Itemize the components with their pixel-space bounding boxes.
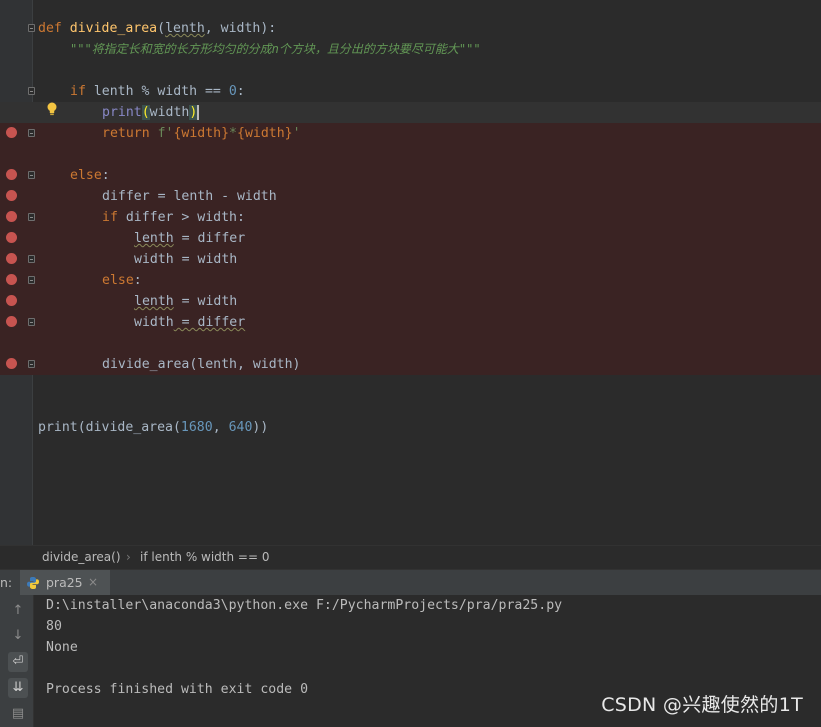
code-line-breakpoint[interactable]: if differ > width: xyxy=(0,207,821,228)
code-line-breakpoint[interactable]: divide_area(lenth, width) xyxy=(0,354,821,375)
code-line-breakpoint[interactable]: else: xyxy=(0,165,821,186)
breakpoint-icon[interactable] xyxy=(6,127,17,138)
run-tab-label: pra25 xyxy=(46,575,83,590)
print-icon[interactable]: ▤ xyxy=(8,704,28,724)
fold-icon[interactable] xyxy=(28,255,35,263)
console-output-line: 80 xyxy=(46,619,62,634)
breakpoint-icon[interactable] xyxy=(6,316,17,327)
code-line[interactable]: """将指定长和宽的长方形均匀的分成n个方块，且分出的方块要尽可能大""" xyxy=(0,39,821,60)
close-icon[interactable]: × xyxy=(88,575,98,589)
fold-icon[interactable] xyxy=(28,171,35,179)
text-cursor xyxy=(197,104,200,120)
code-line[interactable]: if lenth % width == 0: xyxy=(0,81,821,102)
breadcrumb-separator: › xyxy=(126,550,131,564)
fold-icon[interactable] xyxy=(28,24,35,32)
scroll-to-end-icon[interactable]: ⇊ xyxy=(8,678,28,698)
breakpoint-icon[interactable] xyxy=(6,232,17,243)
fold-icon[interactable] xyxy=(28,129,35,137)
python-file-icon xyxy=(27,577,39,589)
breakpoint-icon[interactable] xyxy=(6,211,17,222)
code-line-breakpoint[interactable]: return f'{width}*{width}' xyxy=(0,123,821,144)
fold-icon[interactable] xyxy=(28,276,35,284)
breakpoint-icon[interactable] xyxy=(6,358,17,369)
code-line-breakpoint[interactable]: lenth = differ xyxy=(0,228,821,249)
code-line-breakpoint[interactable]: differ = lenth - width xyxy=(0,186,821,207)
run-label: n: xyxy=(0,575,13,590)
breakpoint-icon[interactable] xyxy=(6,253,17,264)
down-arrow-icon[interactable]: ↓ xyxy=(8,626,28,646)
fold-icon[interactable] xyxy=(28,213,35,221)
run-tool-window-header: n: pra25 × xyxy=(0,569,821,596)
breakpoint-icon[interactable] xyxy=(6,169,17,180)
soft-wrap-icon[interactable]: ⏎ xyxy=(8,652,28,672)
up-arrow-icon[interactable]: ↑ xyxy=(8,601,28,621)
console-output-line: D:\installer\anaconda3\python.exe F:/Pyc… xyxy=(46,598,563,613)
fold-icon[interactable] xyxy=(28,360,35,368)
breakpoint-icon[interactable] xyxy=(6,295,17,306)
code-line[interactable]: def divide_area(lenth, width): xyxy=(0,18,821,39)
watermark: CSDN @兴趣使然的1T xyxy=(601,694,803,716)
console-toolbar: ↑ ↓ ⏎ ⇊ ▤ xyxy=(0,595,34,727)
intention-bulb-icon[interactable] xyxy=(46,102,58,116)
code-line-breakpoint[interactable]: lenth = width xyxy=(0,291,821,312)
code-line-breakpoint[interactable]: width = width xyxy=(0,249,821,270)
code-editor[interactable]: def divide_area(lenth, width): """将指定长和宽… xyxy=(0,0,821,545)
breakpoint-icon[interactable] xyxy=(6,274,17,285)
fold-icon[interactable] xyxy=(28,87,35,95)
console-output-line: Process finished with exit code 0 xyxy=(46,682,309,697)
code-line-breakpoint[interactable] xyxy=(0,144,821,165)
breakpoint-icon[interactable] xyxy=(6,190,17,201)
code-line-breakpoint[interactable] xyxy=(0,333,821,354)
breadcrumb: divide_area() › if lenth % width == 0 xyxy=(0,545,821,570)
code-line-current[interactable]: print(width) xyxy=(0,102,821,123)
fold-icon[interactable] xyxy=(28,318,35,326)
breadcrumb-item[interactable]: if lenth % width == 0 xyxy=(140,550,270,564)
run-tab[interactable]: pra25 × xyxy=(20,570,110,596)
console-output-line: None xyxy=(46,640,78,655)
code-line[interactable]: print(divide_area(1680, 640)) xyxy=(0,417,821,438)
breadcrumb-item[interactable]: divide_area() xyxy=(42,550,121,564)
code-line-breakpoint[interactable]: else: xyxy=(0,270,821,291)
code-line-breakpoint[interactable]: width = differ xyxy=(0,312,821,333)
